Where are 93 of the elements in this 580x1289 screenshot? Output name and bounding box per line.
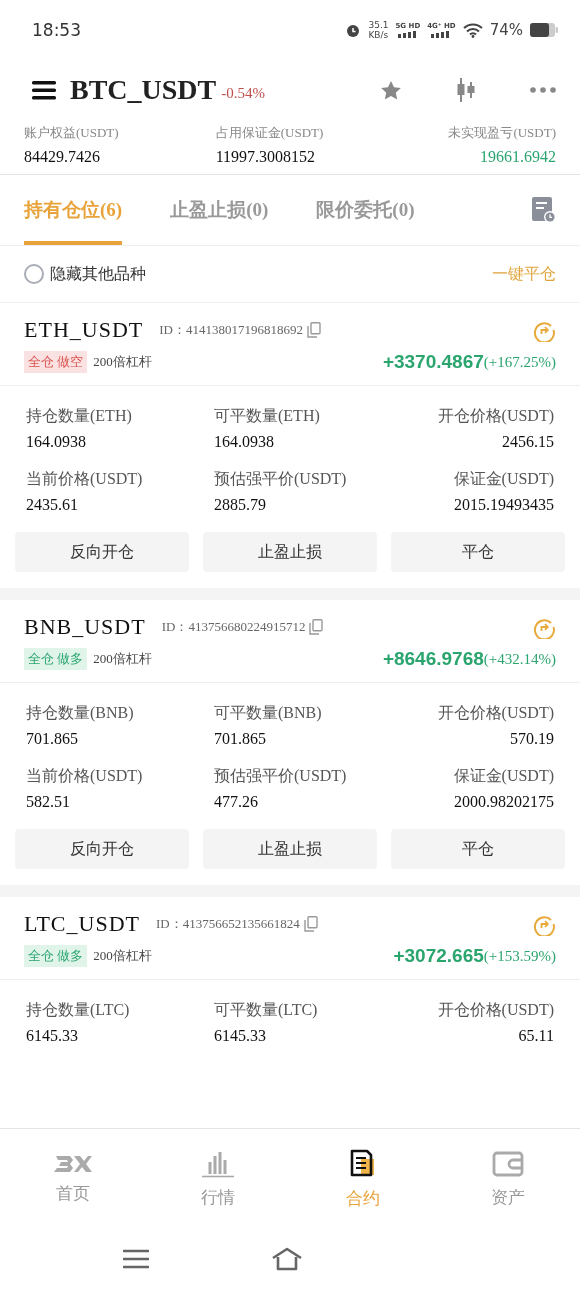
stat-value: 164.0938 <box>26 433 87 451</box>
pnl-percent: (+432.14%) <box>483 650 556 668</box>
nav-tab[interactable]: 首页 <box>0 1129 145 1229</box>
stat-label: 持仓数量(LTC) <box>26 1000 131 1021</box>
stat-value: 570.19 <box>510 730 554 748</box>
stat-value: 2015.19493435 <box>454 496 554 514</box>
history-icon[interactable] <box>532 197 556 223</box>
action-button[interactable]: 平仓 <box>391 532 565 572</box>
signal-icon <box>431 31 452 38</box>
pnl-value: +3072.665 <box>393 945 484 967</box>
signal-icon <box>397 31 418 38</box>
bar-chart-icon <box>201 1149 234 1178</box>
stat-label: 当前价格(USDT) <box>26 469 144 490</box>
battery-icon <box>530 23 558 37</box>
action-button[interactable]: 反向开仓 <box>15 532 189 572</box>
copy-icon[interactable] <box>303 916 318 932</box>
pair-name: ETH_USDT <box>24 317 144 343</box>
stat-value: 6145.33 <box>26 1027 79 1045</box>
document-icon <box>348 1148 377 1179</box>
filter-label: 隐藏其他品种 <box>50 263 146 284</box>
stat-label: 开仓价格(USDT) <box>437 703 554 724</box>
stat-value: 2000.98202175 <box>454 793 554 811</box>
home-icon[interactable] <box>271 1247 303 1271</box>
action-button[interactable]: 反向开仓 <box>15 829 189 869</box>
stat-label: 当前价格(USDT) <box>26 766 144 787</box>
stat-label: 保证金(USDT) <box>453 469 554 490</box>
stat-label: 保证金(USDT) <box>453 766 554 787</box>
stat-label: 开仓价格(USDT) <box>437 1000 554 1021</box>
stat-value: 477.26 <box>214 793 259 811</box>
stat-value: 701.865 <box>26 730 79 748</box>
pair-title[interactable]: BTC_USDT <box>70 74 217 106</box>
tab[interactable]: 止盈止损(0) <box>170 175 269 245</box>
wifi-icon <box>462 22 483 38</box>
stat-value: 2435.61 <box>26 496 79 514</box>
logo-icon <box>53 1153 92 1174</box>
network-speed: 35.1 KB/s <box>368 20 389 40</box>
nav-tab[interactable]: 行情 <box>145 1129 290 1229</box>
leverage-label: 200倍杠杆 <box>93 650 152 668</box>
stat-value: 6145.33 <box>214 1027 267 1045</box>
copy-icon[interactable] <box>309 619 324 635</box>
star-icon[interactable] <box>380 79 402 101</box>
candlestick-icon[interactable] <box>456 78 476 102</box>
side-tag: 全仓 做多 <box>24 945 88 967</box>
stat-value: 701.865 <box>214 730 267 748</box>
pnl-value: +3370.4867 <box>382 351 484 373</box>
summary-label: 账户权益(USDT) <box>24 124 119 142</box>
pair-name: LTC_USDT <box>24 911 140 937</box>
battery-level: 74% <box>489 21 523 39</box>
stat-label: 持仓数量(ETH) <box>26 406 133 427</box>
pair-name: BNB_USDT <box>24 614 146 640</box>
nav-tab[interactable]: 合约 <box>290 1129 435 1229</box>
position-id: ID：413756680224915712 <box>161 618 306 636</box>
position-id: ID：413756652135661824 <box>156 915 300 933</box>
stat-label: 预估强平价(USDT) <box>214 469 348 490</box>
tab[interactable]: 限价委托(0) <box>316 175 415 245</box>
summary-label: 未实现盈亏(USDT) <box>448 124 556 142</box>
more-icon[interactable] <box>530 87 556 93</box>
action-button[interactable]: 止盈止损 <box>203 829 377 869</box>
tab[interactable]: 持有仓位(6) <box>24 175 123 245</box>
stat-value: 582.51 <box>26 793 71 811</box>
pnl-percent: (+153.59%) <box>483 947 556 965</box>
stat-value: 164.0938 <box>214 433 275 451</box>
stat-label: 预估强平价(USDT) <box>214 766 348 787</box>
leverage-label: 200倍杠杆 <box>93 947 152 965</box>
status-time: 18:53 <box>32 20 81 40</box>
leverage-label: 200倍杠杆 <box>93 353 152 371</box>
stat-label: 可平数量(ETH) <box>214 406 321 427</box>
stat-value: 2456.15 <box>502 433 554 451</box>
alarm-icon <box>345 22 362 38</box>
summary-value: 11997.3008152 <box>215 148 317 166</box>
radio-button[interactable] <box>24 264 44 284</box>
stat-label: 可平数量(BNB) <box>214 703 323 724</box>
menu-icon[interactable] <box>32 80 56 100</box>
side-tag: 全仓 做多 <box>24 648 88 670</box>
action-button[interactable]: 止盈止损 <box>203 532 377 572</box>
summary-label: 占用保证金(USDT) <box>215 124 324 142</box>
stat-value: 2885.79 <box>214 496 267 514</box>
nav-tab[interactable]: 资产 <box>435 1129 580 1229</box>
pnl-percent: (+167.25%) <box>483 353 556 371</box>
summary-value: 84429.7426 <box>24 148 101 166</box>
stat-label: 可平数量(LTC) <box>214 1000 319 1021</box>
pnl-value: +8646.9768 <box>382 648 484 670</box>
side-tag: 全仓 做空 <box>24 351 88 373</box>
copy-icon[interactable] <box>306 322 321 338</box>
summary-value: 19661.6942 <box>480 148 556 166</box>
stat-value: 65.11 <box>518 1027 554 1045</box>
close-all-button[interactable]: 一键平仓 <box>492 263 556 285</box>
price-change: -0.54% <box>221 84 265 102</box>
action-button[interactable]: 平仓 <box>391 829 565 869</box>
stat-label: 持仓数量(BNB) <box>26 703 135 724</box>
wallet-icon <box>491 1149 524 1178</box>
stat-label: 开仓价格(USDT) <box>437 406 554 427</box>
position-id: ID：414138017196818692 <box>159 321 303 339</box>
